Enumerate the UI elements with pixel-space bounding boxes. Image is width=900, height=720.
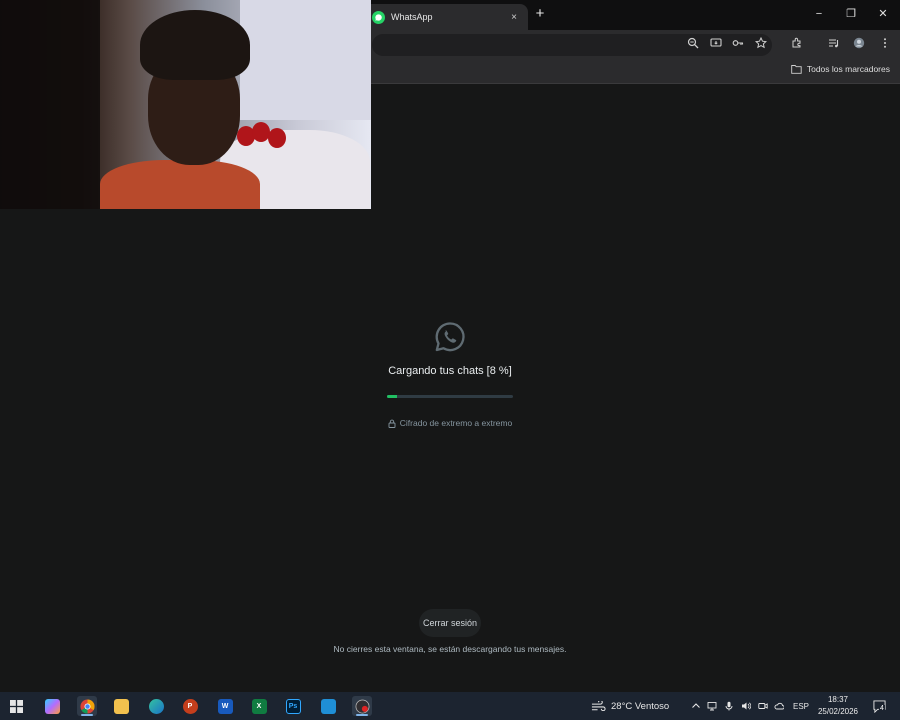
- camera-icon[interactable]: [757, 700, 768, 711]
- extensions-icon[interactable]: [790, 36, 804, 50]
- language-indicator[interactable]: ESP: [793, 692, 809, 720]
- taskbar-word[interactable]: W: [215, 696, 235, 716]
- notification-count-badge: 4: [879, 705, 885, 712]
- lock-icon: [388, 419, 396, 428]
- screen: WhatsApp × + − ❐ ✕ Todos los marcadores …: [0, 0, 900, 720]
- minimize-button[interactable]: −: [810, 6, 828, 22]
- clock[interactable]: 18:37 25/02/2026: [812, 694, 864, 718]
- taskbar-photoshop[interactable]: Ps: [283, 696, 303, 716]
- folder-app-icon: [113, 698, 129, 714]
- taskbar-copilot[interactable]: [42, 696, 62, 716]
- weather-text[interactable]: 28°C Ventoso: [611, 692, 669, 720]
- word-icon: W: [217, 698, 233, 714]
- key-icon[interactable]: [731, 36, 745, 50]
- powerpoint-icon: P: [182, 698, 198, 714]
- show-hidden-icons-chevron-icon[interactable]: [690, 700, 701, 711]
- start-button[interactable]: [6, 696, 26, 716]
- volume-icon[interactable]: [740, 700, 751, 711]
- download-notice: No cierres esta ventana, se están descar…: [333, 644, 567, 654]
- weather-wind-icon[interactable]: [590, 700, 606, 711]
- loading-status-text: Cargando tus chats [8 %]: [388, 365, 512, 377]
- loading-progress-fill: [387, 395, 398, 398]
- folder-icon: [791, 65, 802, 74]
- taskbar: P W X Ps 28°C Ventoso ESP 18:37 25/02/20…: [0, 692, 900, 720]
- logout-button[interactable]: Cerrar sesión: [419, 609, 481, 637]
- install-app-icon[interactable]: [709, 36, 723, 50]
- bookmark-star-icon[interactable]: [754, 36, 768, 50]
- taskbar-excel[interactable]: X: [249, 696, 269, 716]
- close-window-button[interactable]: ✕: [874, 6, 892, 22]
- tab-close-icon[interactable]: ×: [508, 12, 520, 23]
- taskbar-obs[interactable]: [352, 696, 372, 716]
- chrome-icon: [79, 698, 95, 714]
- zoom-icon[interactable]: [686, 36, 700, 50]
- taskbar-chrome[interactable]: [77, 696, 97, 716]
- windows-logo-icon: [9, 699, 23, 713]
- tab-whatsapp[interactable]: WhatsApp ×: [364, 4, 528, 30]
- new-tab-button[interactable]: +: [532, 6, 548, 22]
- all-bookmarks-folder[interactable]: Todos los marcadores: [791, 64, 890, 74]
- webcam-overlay-image: [0, 0, 371, 209]
- edge-icon: [148, 698, 164, 714]
- browser-menu-icon[interactable]: [878, 36, 892, 50]
- media-controls-icon[interactable]: [827, 36, 841, 50]
- clock-date: 25/02/2026: [817, 707, 859, 716]
- copilot-icon: [44, 698, 60, 714]
- taskbar-powerpoint[interactable]: P: [180, 696, 200, 716]
- taskbar-file-explorer[interactable]: [111, 696, 131, 716]
- loading-progress-bar: [387, 395, 513, 398]
- onedrive-icon[interactable]: [773, 700, 784, 711]
- encryption-label: Cifrado de extremo a extremo: [399, 418, 513, 428]
- restore-button[interactable]: ❐: [842, 6, 860, 22]
- obs-icon: [355, 699, 369, 713]
- clock-time: 18:37: [827, 695, 849, 704]
- network-icon[interactable]: [706, 700, 717, 711]
- microphone-icon[interactable]: [723, 700, 734, 711]
- whatsapp-favicon-icon: [372, 10, 385, 24]
- profile-avatar-icon[interactable]: [852, 36, 866, 50]
- store-icon: [320, 698, 336, 714]
- taskbar-store[interactable]: [318, 696, 338, 716]
- excel-icon: X: [251, 698, 267, 714]
- tab-title: WhatsApp: [391, 12, 433, 22]
- encryption-notice: Cifrado de extremo a extremo: [0, 418, 900, 428]
- whatsapp-logo-icon: [435, 322, 465, 352]
- bookmarks-folder-label: Todos los marcadores: [806, 64, 890, 74]
- taskbar-edge[interactable]: [146, 696, 166, 716]
- photoshop-icon: Ps: [285, 698, 301, 714]
